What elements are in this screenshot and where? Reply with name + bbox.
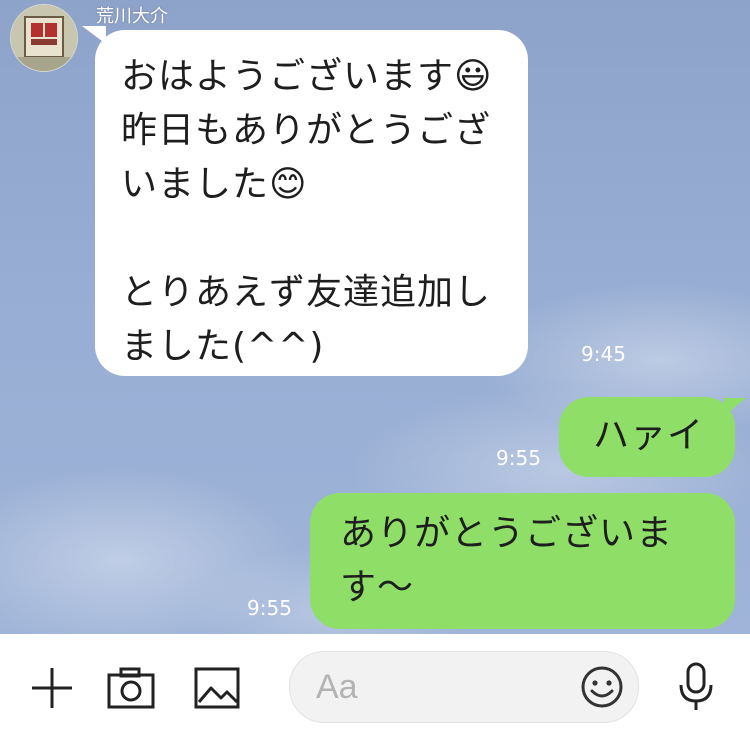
camera-icon[interactable] xyxy=(106,666,156,714)
emoji-icon[interactable] xyxy=(580,665,624,713)
message-input[interactable] xyxy=(314,664,568,710)
plus-icon[interactable] xyxy=(28,664,76,716)
message-toolbar xyxy=(0,634,750,737)
message-bubble-incoming[interactable]: おはようございます😃 昨日もありがとうござ いました😊 とりあえず友達追加し ま… xyxy=(95,30,528,376)
sender-avatar[interactable] xyxy=(10,4,78,72)
message-time: 9:55 xyxy=(496,446,541,470)
message-input-container[interactable] xyxy=(289,651,639,723)
message-time: 9:45 xyxy=(581,342,626,366)
microphone-icon[interactable] xyxy=(676,661,716,717)
message-bubble-outgoing[interactable]: ハァイ xyxy=(559,397,735,477)
message-time: 9:55 xyxy=(247,596,292,620)
sender-name: 荒川大介 xyxy=(96,6,168,27)
chat-area: 荒川大介 おはようございます😃 昨日もありがとうござ いました😊 とりあえず友達… xyxy=(0,0,750,634)
message-bubble-outgoing[interactable]: ありがとうございま す〜 xyxy=(310,493,735,629)
image-icon[interactable] xyxy=(193,666,241,714)
